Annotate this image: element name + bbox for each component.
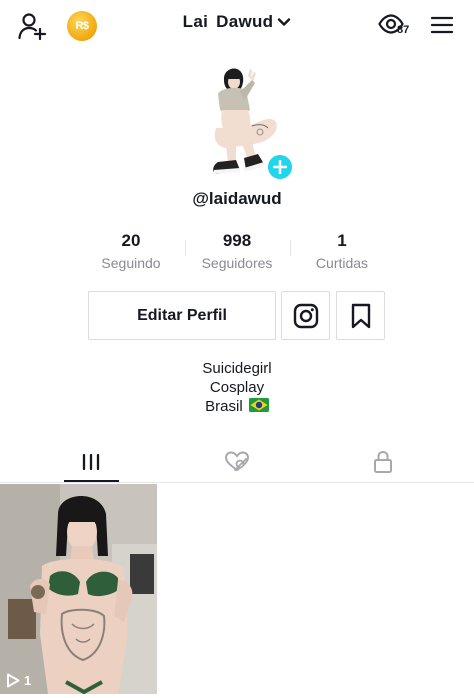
bio-line: Brasil: [205, 398, 243, 415]
top-bar: R$ Lai Dawud 87: [0, 0, 474, 50]
profile-views-button[interactable]: 87: [376, 8, 418, 42]
views-count: 87: [397, 24, 410, 36]
bookmark-icon: [351, 303, 370, 328]
followers-count: 998: [222, 231, 252, 250]
instagram-button[interactable]: [281, 291, 330, 340]
video-grid: 1: [0, 484, 474, 698]
menu-icon[interactable]: [426, 10, 458, 40]
active-tab-indicator: [64, 480, 119, 482]
instagram-icon: [293, 303, 318, 328]
bio-line: Cosplay: [209, 379, 265, 396]
profile-title: Lai Dawud: [182, 12, 274, 31]
profile-tabs: [0, 440, 474, 483]
profile-handle: @laidawud: [192, 189, 282, 208]
tab-videos[interactable]: [12, 440, 170, 483]
play-icon: [7, 673, 20, 688]
stat-following[interactable]: 20 Seguindo: [76, 231, 186, 271]
following-label: Seguindo: [101, 255, 161, 271]
chevron-down-icon: [278, 18, 291, 26]
hidden-heart-icon: [224, 450, 250, 471]
stat-divider: [290, 240, 291, 256]
lock-icon: [374, 450, 392, 473]
profile-bio: Suicidegirl Cosplay Brasil: [0, 359, 474, 416]
bio-line-with-flag: Brasil: [0, 397, 474, 416]
bio-line: Suicidegirl: [202, 360, 272, 377]
add-avatar-button[interactable]: [266, 153, 294, 181]
following-count: 20: [121, 231, 141, 250]
brazil-flag-icon: [248, 398, 269, 412]
stat-followers[interactable]: 998 Seguidores: [182, 231, 292, 271]
video-grid-icon: [82, 453, 100, 470]
profile-stats: 20 Seguindo 998 Seguidores 1 Curtidas: [0, 231, 474, 275]
tab-liked[interactable]: [158, 440, 316, 483]
video-thumbnail[interactable]: 1: [0, 484, 157, 694]
followers-label: Seguidores: [201, 255, 273, 271]
video-thumbnail-image: [0, 484, 157, 694]
stat-likes[interactable]: 1 Curtidas: [287, 231, 397, 271]
tab-private[interactable]: [304, 440, 462, 483]
likes-count: 1: [337, 231, 347, 250]
play-count-value: 1: [24, 673, 32, 688]
stat-divider: [185, 240, 186, 256]
favorites-button[interactable]: [336, 291, 385, 340]
edit-profile-button[interactable]: Editar Perfil: [88, 291, 276, 340]
likes-label: Curtidas: [315, 255, 369, 271]
video-play-count: 1: [6, 673, 31, 688]
plus-icon: [273, 160, 287, 174]
